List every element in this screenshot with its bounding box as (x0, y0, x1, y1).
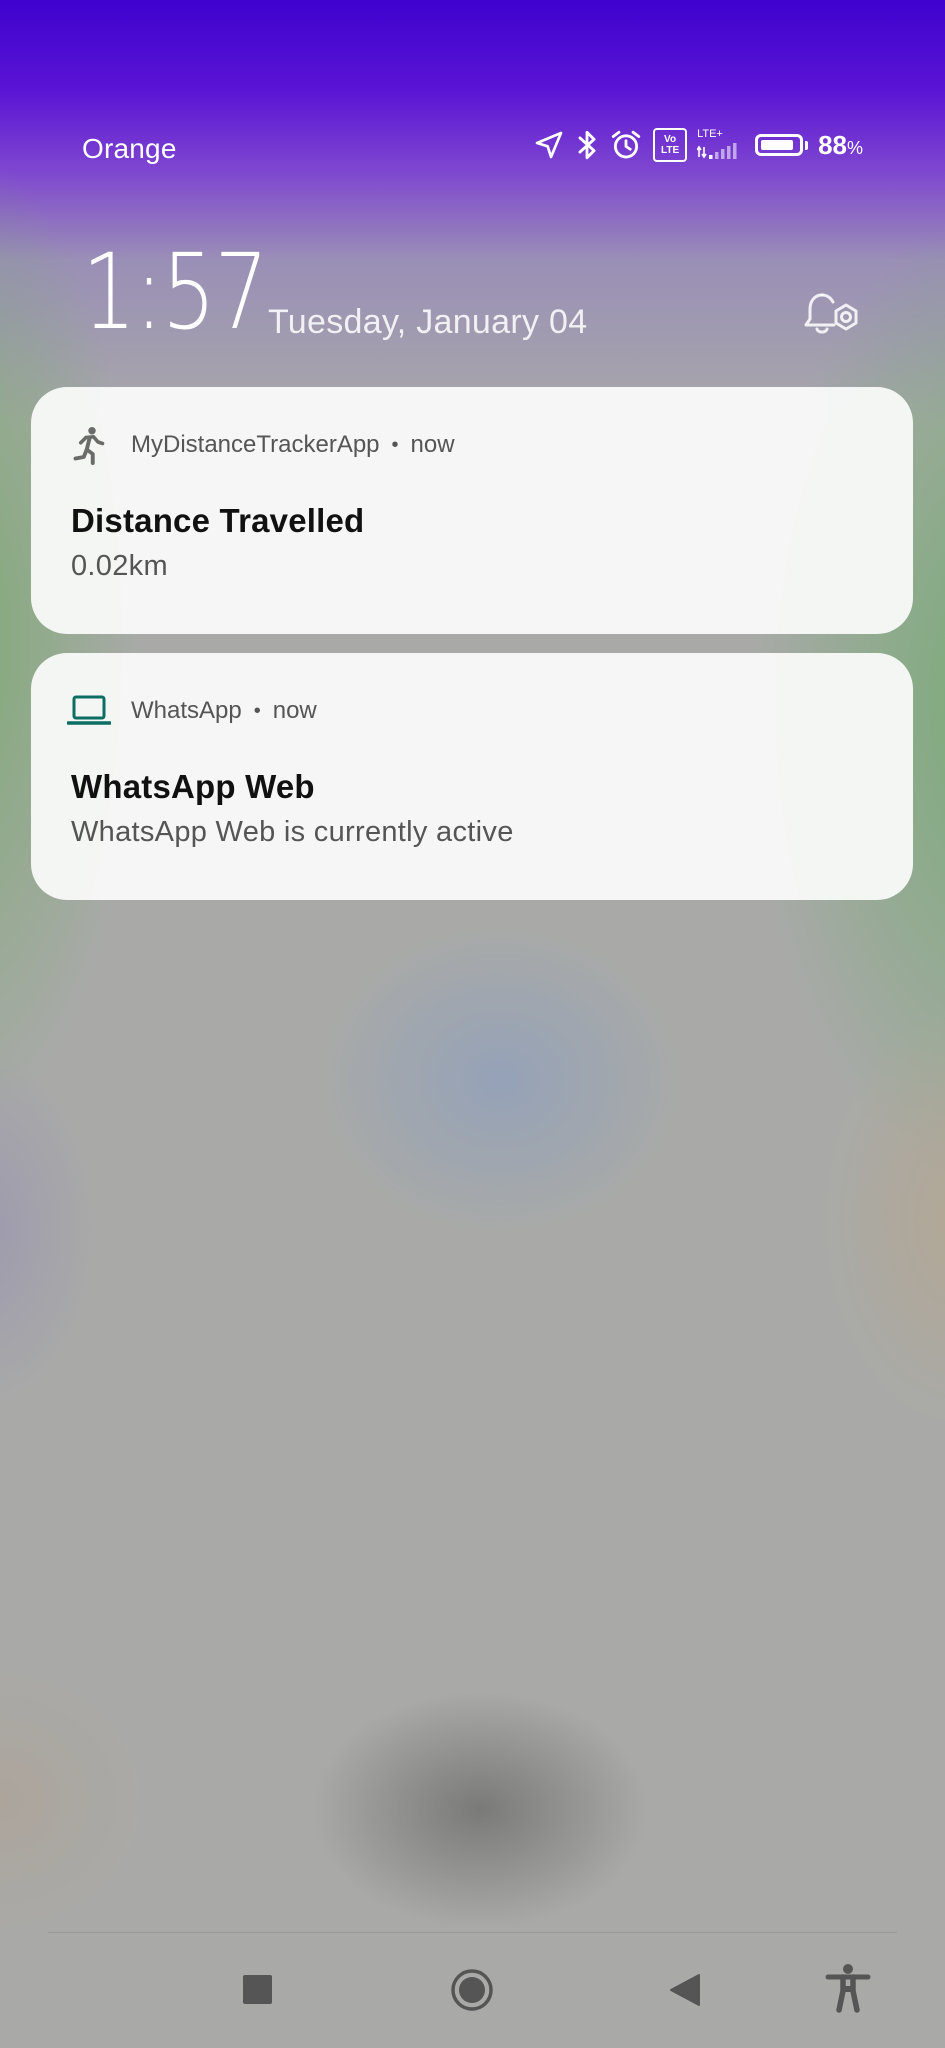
accessibility-icon[interactable] (820, 1960, 876, 2016)
lock-clock: 1:57 (82, 231, 269, 353)
running-person-icon (67, 423, 111, 467)
notification-body: WhatsApp Web is currently active (71, 816, 514, 848)
signal-icon: LTE+ (697, 129, 737, 161)
alarm-clock-icon (609, 128, 643, 162)
notification-time: now (410, 431, 455, 458)
battery-percent-unit: % (846, 137, 863, 158)
notification-app-name: WhatsApp (131, 697, 242, 724)
battery-percent: 88% (818, 130, 863, 161)
notification-title: WhatsApp Web (71, 768, 315, 805)
notification-title: Distance Travelled (71, 502, 365, 539)
home-circle-icon[interactable] (450, 1968, 494, 2012)
notification-separator: • (253, 699, 261, 722)
notification-app-name: MyDistanceTrackerApp (131, 431, 380, 458)
volte-bottom-label: LTE (660, 145, 680, 156)
notification-card-whatsapp[interactable]: WhatsApp • now WhatsApp Web WhatsApp Web… (31, 653, 913, 900)
back-triangle-icon[interactable] (665, 1970, 705, 2010)
battery-icon (755, 134, 809, 156)
status-icons: Vo LTE LTE+ 88% (533, 128, 863, 162)
battery-tip (805, 140, 809, 150)
lock-screen: Orange Vo LTE LTE+ 88% 1:57 Tuesday, Jan… (0, 0, 945, 2048)
notification-header: MyDistanceTrackerApp • now (67, 423, 877, 467)
network-type-label: LTE+ (697, 128, 723, 140)
notification-separator: • (391, 433, 399, 456)
volte-top-label: Vo (664, 134, 677, 145)
notification-body: 0.02km (71, 550, 168, 582)
lock-date: Tuesday, January 04 (268, 303, 588, 341)
laptop-icon (67, 689, 111, 733)
bluetooth-icon (575, 128, 599, 162)
notification-card-distance-tracker[interactable]: MyDistanceTrackerApp • now Distance Trav… (31, 387, 913, 634)
recents-square-icon[interactable] (240, 1972, 276, 2008)
notification-time: now (272, 697, 317, 724)
volte-icon: Vo LTE (653, 128, 688, 162)
battery-body (755, 134, 804, 156)
bell-settings-icon[interactable] (800, 285, 864, 345)
battery-percent-value: 88 (818, 129, 847, 160)
notification-header: WhatsApp • now (67, 689, 877, 733)
battery-fill (761, 140, 793, 150)
location-arrow-icon (533, 129, 565, 161)
carrier-name: Orange (82, 133, 177, 164)
nav-divider (48, 1932, 897, 1933)
